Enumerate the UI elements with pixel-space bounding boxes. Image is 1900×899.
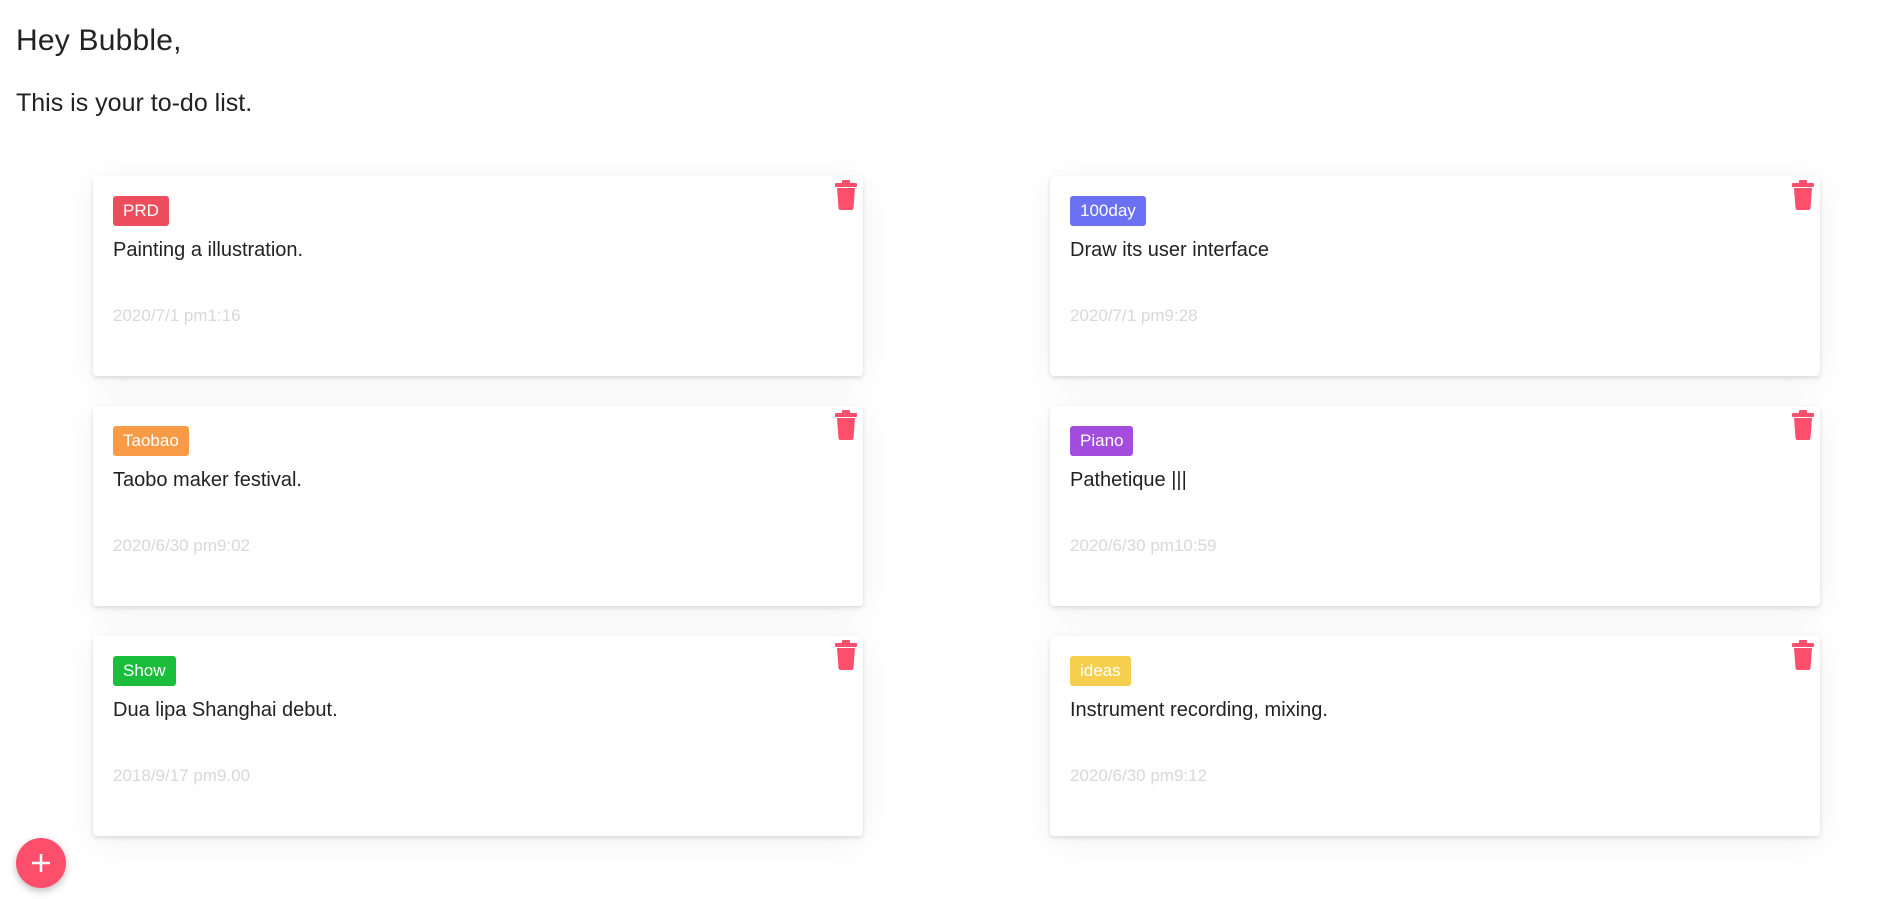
todo-grid: PRD Painting a illustration. 2020/7/1 pm… xyxy=(93,176,1820,836)
task-timestamp: 2020/6/30 pm9:12 xyxy=(1070,766,1208,785)
trash-icon xyxy=(1792,180,1814,210)
task-text: Instrument recording, mixing. xyxy=(1070,699,1328,721)
task-timestamp: 2018/9/17 pm9.00 xyxy=(113,766,251,785)
task-timestamp: 2020/6/30 pm10:59 xyxy=(1070,536,1217,555)
category-tag: Piano xyxy=(1070,426,1134,456)
task-text: Painting a illustration. xyxy=(113,239,304,261)
category-tag: PRD xyxy=(113,196,169,226)
todo-page: Hey Bubble, This is your to-do list. PRD… xyxy=(0,0,1900,899)
delete-button[interactable] xyxy=(833,180,859,210)
delete-button[interactable] xyxy=(1790,180,1816,210)
todo-card[interactable]: Piano Pathetique ||| 2020/6/30 pm10:59 xyxy=(1050,406,1820,606)
greeting-heading: Hey Bubble, xyxy=(16,24,182,57)
task-timestamp: 2020/6/30 pm9:02 xyxy=(113,536,251,555)
delete-button[interactable] xyxy=(1790,640,1816,670)
trash-icon xyxy=(835,180,857,210)
plus-icon xyxy=(32,854,50,872)
task-text: Dua lipa Shanghai debut. xyxy=(113,699,338,721)
todo-card[interactable]: PRD Painting a illustration. 2020/7/1 pm… xyxy=(93,176,863,376)
trash-icon xyxy=(1792,640,1814,670)
trash-icon xyxy=(1792,410,1814,440)
page-subtitle: This is your to-do list. xyxy=(16,89,253,117)
task-timestamp: 2020/7/1 pm1:16 xyxy=(113,306,241,325)
category-tag: Taobao xyxy=(113,426,189,456)
task-timestamp: 2020/7/1 pm9:28 xyxy=(1070,306,1198,325)
add-task-button[interactable] xyxy=(16,838,66,888)
todo-card[interactable]: Taobao Taobo maker festival. 2020/6/30 p… xyxy=(93,406,863,606)
category-tag: Show xyxy=(113,656,176,686)
trash-icon xyxy=(835,640,857,670)
todo-card[interactable]: Show Dua lipa Shanghai debut. 2018/9/17 … xyxy=(93,636,863,836)
delete-button[interactable] xyxy=(833,410,859,440)
category-tag: ideas xyxy=(1070,656,1131,686)
todo-card[interactable]: 100day Draw its user interface 2020/7/1 … xyxy=(1050,176,1820,376)
todo-card[interactable]: ideas Instrument recording, mixing. 2020… xyxy=(1050,636,1820,836)
task-text: Taobo maker festival. xyxy=(113,469,302,491)
task-text: Draw its user interface xyxy=(1070,239,1269,261)
delete-button[interactable] xyxy=(833,640,859,670)
trash-icon xyxy=(835,410,857,440)
category-tag: 100day xyxy=(1070,196,1146,226)
task-text: Pathetique ||| xyxy=(1070,469,1187,491)
delete-button[interactable] xyxy=(1790,410,1816,440)
